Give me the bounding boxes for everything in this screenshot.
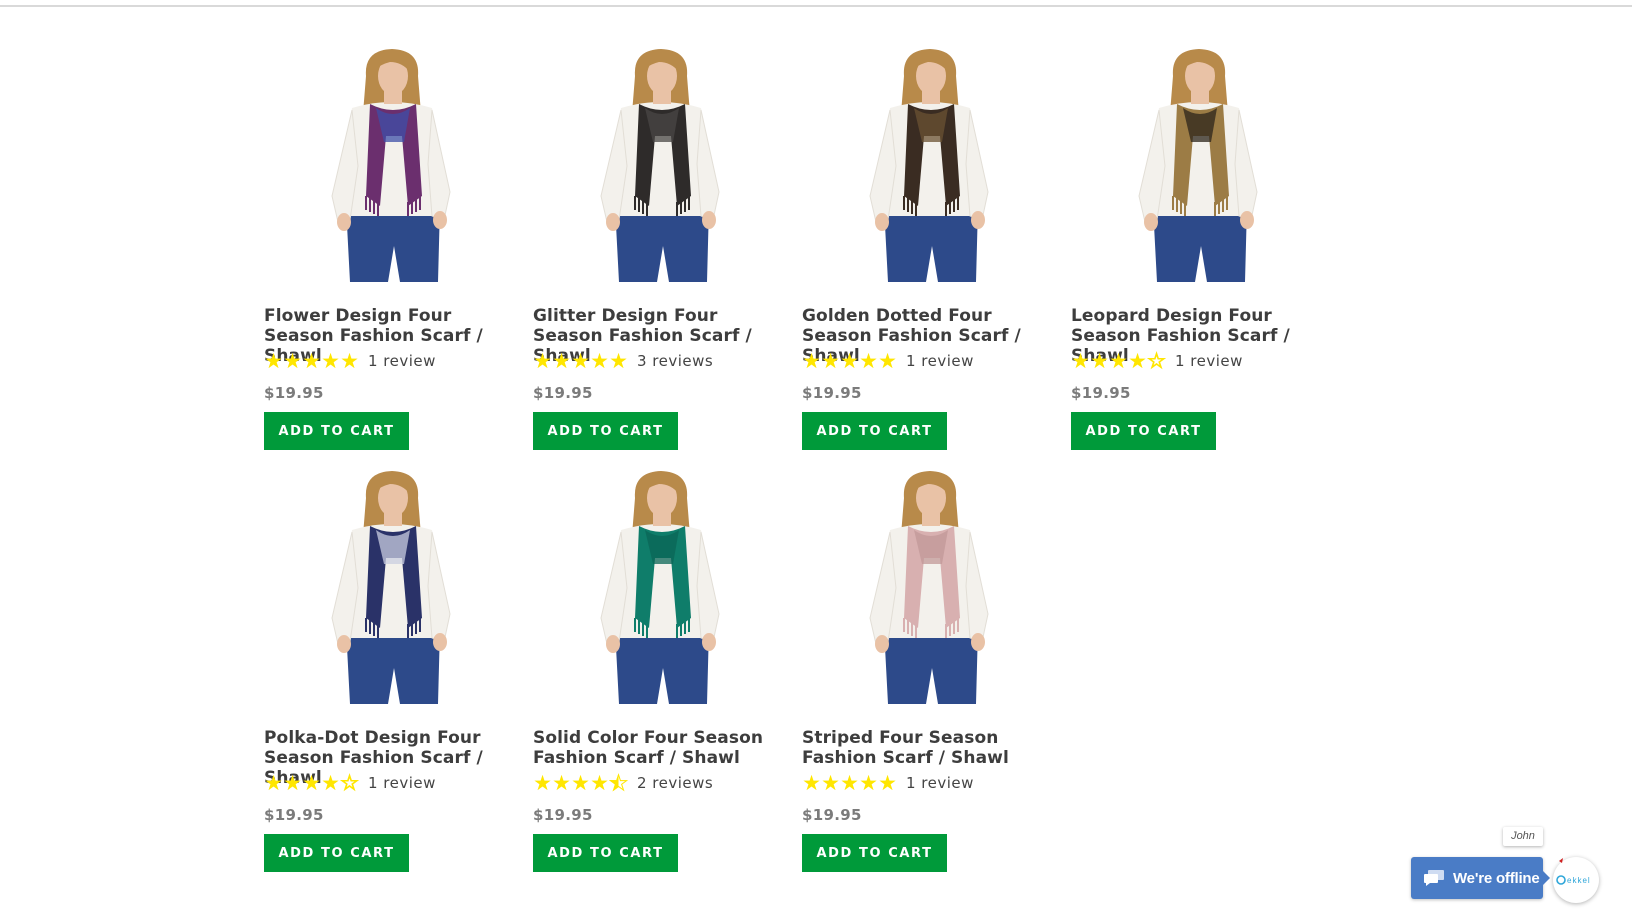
star-icon: ★ [321,349,340,373]
star-icon: ★ [802,349,821,373]
top-divider [0,5,1632,7]
product-image[interactable] [533,468,793,716]
star-icon: ★ [859,349,878,373]
product-image[interactable] [533,46,793,294]
product-rating: ★ ★ ★ ★ ☆ 1 review [264,771,436,795]
product-rating: ★ ★ ★ ★ ★ 3 reviews [533,350,713,372]
star-icon: ★ [1109,349,1128,373]
product-price: $19.95 [264,806,324,824]
product-rating: ★ ★ ★ ★ ★ 2 reviews [533,771,713,795]
add-to-cart-button[interactable]: ADD TO CART [264,412,409,450]
star-icon: ★ [552,771,571,795]
review-count[interactable]: 1 review [1175,352,1243,370]
product-price: $19.95 [1071,384,1131,402]
add-to-cart-button[interactable]: ADD TO CART [264,834,409,872]
star-icon: ★ [571,771,590,795]
star-icon: ★ [283,771,302,795]
star-icon: ★ [840,771,859,795]
star-icon: ★ [533,349,552,373]
product-price: $19.95 [802,384,862,402]
product-price: $19.95 [533,384,593,402]
chat-offline-button[interactable]: We're offline [1411,857,1543,899]
star-icon: ★ [609,349,628,373]
product-image[interactable] [802,46,1062,294]
product-price: $19.95 [264,384,324,402]
star-icon: ☆ [340,771,360,795]
chat-agent-name: John [1503,827,1543,846]
star-icon: ★ [821,771,840,795]
star-icon: ★ [571,349,590,373]
product-price: $19.95 [802,806,862,824]
star-rating: ★ ★ ★ ★ ★ [802,772,897,794]
product-title[interactable]: Striped Four Season Fashion Scarf / Shaw… [802,728,1062,768]
star-icon: ★ [1128,349,1147,373]
star-rating: ★ ★ ★ ★ ★ [264,350,359,372]
star-icon: ☆ [1147,349,1167,373]
star-icon: ★ [609,771,629,795]
star-icon: ★ [802,771,821,795]
add-to-cart-button[interactable]: ADD TO CART [802,834,947,872]
star-icon: ★ [878,349,897,373]
product-rating: ★ ★ ★ ★ ★ 1 review [802,350,974,372]
star-icon: ★ [533,771,552,795]
star-icon: ★ [821,349,840,373]
review-count[interactable]: 2 reviews [637,774,713,792]
chat-status-label: We're offline [1453,869,1540,887]
star-icon: ★ [552,349,571,373]
product-image[interactable] [1071,46,1331,294]
review-count[interactable]: 1 review [368,774,436,792]
star-icon: ★ [264,771,283,795]
product-title[interactable]: Solid Color Four Season Fashion Scarf / … [533,728,793,768]
star-icon: ★ [302,349,321,373]
star-icon: ★ [264,349,283,373]
star-rating: ★ ★ ★ ★ ★ [802,350,897,372]
product-rating: ★ ★ ★ ★ ☆ 1 review [1071,349,1243,373]
review-count[interactable]: 1 review [906,352,974,370]
add-to-cart-button[interactable]: ADD TO CART [802,412,947,450]
star-icon: ★ [1071,349,1090,373]
star-icon: ★ [340,349,359,373]
chat-pointer [1543,871,1550,885]
star-icon: ★ [283,349,302,373]
product-image[interactable] [802,468,1062,716]
star-icon: ★ [321,771,340,795]
product-image[interactable] [264,46,524,294]
review-count[interactable]: 1 review [368,352,436,370]
star-rating: ★ ★ ★ ★ ☆ [1071,349,1167,373]
review-count[interactable]: 1 review [906,774,974,792]
star-icon: ★ [859,771,878,795]
chat-avatar[interactable]: ekkel [1553,857,1599,903]
star-rating: ★ ★ ★ ★ ★ [533,350,628,372]
star-icon: ★ [302,771,321,795]
add-to-cart-button[interactable]: ADD TO CART [1071,412,1216,450]
star-icon: ★ [840,349,859,373]
product-rating: ★ ★ ★ ★ ★ 1 review [264,350,436,372]
star-icon: ★ [878,771,897,795]
product-price: $19.95 [533,806,593,824]
star-icon: ★ [590,771,609,795]
svg-text:ekkel: ekkel [1567,876,1591,885]
star-icon: ★ [1090,349,1109,373]
star-rating: ★ ★ ★ ★ ★ [533,771,629,795]
star-icon: ★ [590,349,609,373]
add-to-cart-button[interactable]: ADD TO CART [533,412,678,450]
product-rating: ★ ★ ★ ★ ★ 1 review [802,772,974,794]
review-count[interactable]: 3 reviews [637,352,713,370]
product-image[interactable] [264,468,524,716]
chat-bubbles-icon [1424,870,1444,886]
add-to-cart-button[interactable]: ADD TO CART [533,834,678,872]
star-rating: ★ ★ ★ ★ ☆ [264,771,360,795]
